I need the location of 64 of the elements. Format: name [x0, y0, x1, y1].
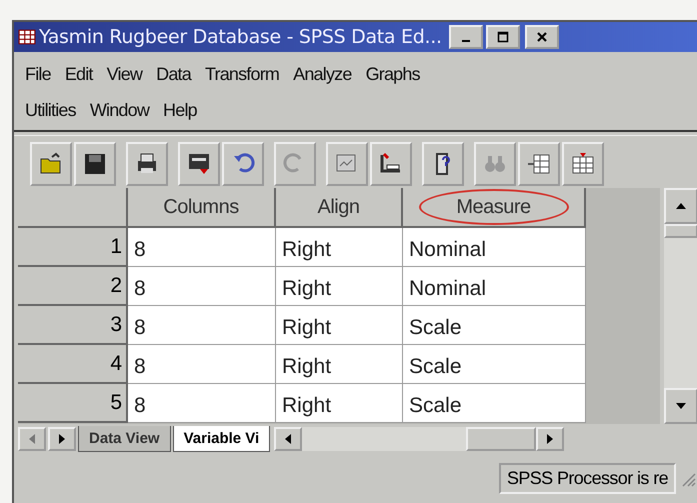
- table-cell: Scale: [403, 345, 586, 384]
- toolbar-button[interactable]: [422, 142, 464, 186]
- column-header[interactable]: Columns: [128, 188, 276, 228]
- maximize-icon: [496, 31, 509, 43]
- table-cell: 8: [128, 384, 276, 423]
- right-arrow-icon: [59, 434, 65, 444]
- minimize-icon: [462, 40, 470, 42]
- column-header[interactable]: Measure: [403, 188, 586, 228]
- horizontal-scrollbar[interactable]: [274, 427, 564, 451]
- tab-scroll-right-button[interactable]: [48, 427, 76, 451]
- menu-item[interactable]: Analyze: [286, 58, 359, 90]
- row-number: 3: [18, 306, 128, 345]
- close-icon: [536, 31, 548, 43]
- sheet-tab[interactable]: Variable Vi: [172, 426, 270, 452]
- table-cell: 8: [128, 345, 276, 384]
- tab-scroll-left-button[interactable]: [18, 427, 46, 451]
- toolbar-button[interactable]: [30, 142, 72, 186]
- spreadsheet-icon: [18, 28, 36, 46]
- table-cell: Right: [276, 345, 403, 384]
- table-cell: Right: [276, 306, 403, 345]
- menu-item[interactable]: Transform: [198, 58, 286, 90]
- table-cell: Nominal: [403, 267, 586, 306]
- scroll-down-icon: [676, 403, 686, 409]
- menu-item[interactable]: View: [100, 58, 150, 90]
- table-cell: Nominal: [403, 228, 586, 267]
- table-cell: 8: [128, 306, 276, 345]
- close-button[interactable]: [524, 25, 559, 49]
- status-text: SPSS Processor is re: [498, 463, 676, 494]
- menu-item[interactable]: Graphs: [358, 58, 427, 90]
- scroll-right-icon: [547, 434, 554, 444]
- left-arrow-icon: [29, 434, 35, 444]
- toolbar-button[interactable]: [562, 142, 604, 186]
- table-cell: Scale: [403, 306, 586, 345]
- menu-item[interactable]: Help: [156, 94, 204, 126]
- menu-item[interactable]: Utilities: [18, 94, 83, 126]
- table-cell: Scale: [403, 384, 586, 423]
- table-cell: Right: [276, 384, 403, 423]
- table-cell: 8: [128, 228, 276, 267]
- scroll-left-icon: [285, 434, 292, 444]
- toolbar-button[interactable]: [370, 142, 412, 186]
- scroll-thumb[interactable]: [664, 224, 697, 238]
- scroll-up-icon: [676, 203, 686, 209]
- toolbar-button[interactable]: [178, 142, 220, 186]
- menu-item[interactable]: Edit: [58, 58, 100, 90]
- sheet-tab[interactable]: Data View: [78, 426, 171, 452]
- toolbar-button[interactable]: [74, 142, 116, 186]
- table-cell: Right: [276, 267, 403, 306]
- toolbar-button[interactable]: [518, 142, 560, 186]
- menu-item[interactable]: Data: [149, 58, 198, 90]
- table-cell: 8: [128, 267, 276, 306]
- minimize-button[interactable]: [448, 25, 483, 49]
- row-number: 4: [18, 345, 128, 384]
- resize-grip-icon: [680, 470, 696, 486]
- toolbar-button[interactable]: [126, 142, 168, 186]
- window-title: Yasmin Rugbeer Database - SPSS Data Ed...: [39, 26, 442, 48]
- column-header[interactable]: Align: [276, 188, 403, 228]
- menu-item[interactable]: Window: [82, 94, 156, 126]
- row-number: 2: [18, 267, 128, 306]
- row-number: 1: [18, 228, 128, 267]
- menu-item[interactable]: File: [18, 58, 58, 90]
- row-number: 5: [18, 384, 128, 423]
- maximize-button[interactable]: [486, 25, 520, 49]
- vertical-scrollbar[interactable]: [664, 188, 697, 424]
- table-cell: Right: [276, 228, 403, 267]
